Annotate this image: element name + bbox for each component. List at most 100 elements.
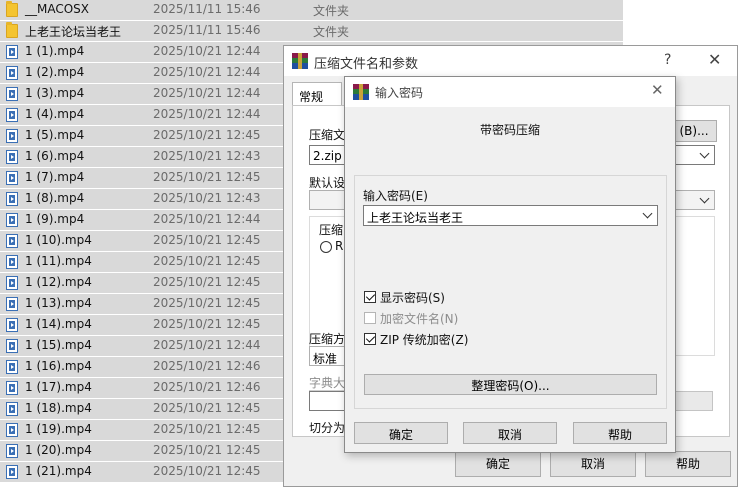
- folder-icon: [6, 1, 18, 17]
- archive-dialog-title: 压缩文件名和参数: [314, 57, 419, 72]
- video-file-icon: [6, 465, 18, 479]
- file-date: 2025/10/21 12:45: [153, 128, 261, 142]
- file-name: 1 (5).mp4: [25, 128, 85, 142]
- file-name: 1 (17).mp4: [25, 380, 92, 394]
- organize-passwords-button[interactable]: 整理密码(O)...: [364, 374, 657, 395]
- file-date: 2025/10/21 12:43: [153, 191, 261, 205]
- file-name: 1 (18).mp4: [25, 401, 92, 415]
- winrar-icon: [353, 84, 369, 100]
- file-date: 2025/10/21 12:46: [153, 359, 261, 373]
- split-label: 切分为: [309, 421, 346, 435]
- file-date: 2025/10/21 12:45: [153, 317, 261, 331]
- file-type: 文件夹: [313, 4, 350, 18]
- encrypt-filenames-checkbox[interactable]: [364, 312, 376, 324]
- file-row[interactable]: 上老王论坛当老王 2025/11/11 15:46 文件夹: [0, 21, 623, 42]
- video-file-icon: [6, 87, 18, 101]
- winrar-icon: [292, 53, 308, 69]
- help-icon[interactable]: ?: [664, 52, 671, 68]
- archive-cancel-button[interactable]: 取消: [550, 451, 636, 477]
- file-date: 2025/10/21 12:43: [153, 149, 261, 163]
- video-file-icon: [6, 171, 18, 185]
- file-name: 1 (7).mp4: [25, 170, 85, 184]
- file-name: 1 (2).mp4: [25, 65, 85, 79]
- file-date: 2025/10/21 12:44: [153, 86, 261, 100]
- archive-dialog-titlebar[interactable]: 压缩文件名和参数 ? ✕: [284, 46, 737, 76]
- file-date: 2025/11/11 15:46: [153, 2, 261, 16]
- file-date: 2025/10/21 12:46: [153, 380, 261, 394]
- close-icon[interactable]: ✕: [651, 81, 664, 99]
- password-dialog-titlebar[interactable]: 输入密码 ✕: [345, 77, 675, 107]
- file-date: 2025/10/21 12:44: [153, 107, 261, 121]
- method-label: 压缩方: [309, 332, 346, 346]
- tab-general-label: 常规: [299, 90, 324, 104]
- file-date: 2025/10/21 12:45: [153, 464, 261, 478]
- file-type: 文件夹: [313, 25, 350, 39]
- format-option-label: R: [335, 239, 344, 253]
- video-file-icon: [6, 318, 18, 332]
- file-name: 1 (10).mp4: [25, 233, 92, 247]
- close-icon[interactable]: ✕: [708, 50, 721, 69]
- video-file-icon: [6, 360, 18, 374]
- dictionary-label: 字典大: [309, 376, 346, 390]
- file-name: 1 (6).mp4: [25, 149, 85, 163]
- file-name: 1 (11).mp4: [25, 254, 92, 268]
- video-file-icon: [6, 213, 18, 227]
- format-radio[interactable]: [320, 241, 332, 253]
- file-name: __MACOSX: [25, 2, 90, 16]
- video-file-icon: [6, 444, 18, 458]
- encrypt-filenames-label: 加密文件名(N): [380, 312, 459, 326]
- chevron-down-icon: [699, 193, 710, 204]
- video-file-icon: [6, 150, 18, 164]
- file-date: 2025/10/21 12:45: [153, 422, 261, 436]
- file-name: 1 (15).mp4: [25, 338, 92, 352]
- file-name: 1 (20).mp4: [25, 443, 92, 457]
- video-file-icon: [6, 129, 18, 143]
- password-label: 输入密码(E): [363, 189, 428, 203]
- file-name: 1 (4).mp4: [25, 107, 85, 121]
- file-name: 1 (8).mp4: [25, 191, 85, 205]
- tab-general[interactable]: 常规: [292, 82, 342, 106]
- file-date: 2025/10/21 12:45: [153, 443, 261, 457]
- file-date: 2025/10/21 12:44: [153, 65, 261, 79]
- file-date: 2025/10/21 12:44: [153, 338, 261, 352]
- archive-ok-button[interactable]: 确定: [455, 451, 541, 477]
- chevron-down-icon: [699, 148, 710, 159]
- zip-legacy-encryption-label: ZIP 传统加密(Z): [380, 333, 469, 347]
- video-file-icon: [6, 276, 18, 290]
- video-file-icon: [6, 234, 18, 248]
- file-name: 1 (19).mp4: [25, 422, 92, 436]
- file-date: 2025/10/21 12:45: [153, 296, 261, 310]
- archive-help-button[interactable]: 帮助: [645, 451, 731, 477]
- file-name: 1 (9).mp4: [25, 212, 85, 226]
- set-password-button-partial[interactable]: [675, 391, 713, 411]
- password-cancel-button[interactable]: 取消: [463, 422, 557, 444]
- password-dialog-title: 输入密码: [375, 86, 424, 100]
- video-file-icon: [6, 402, 18, 416]
- video-file-icon: [6, 339, 18, 353]
- file-date: 2025/10/21 12:45: [153, 233, 261, 247]
- show-password-checkbox[interactable]: [364, 291, 376, 303]
- password-input[interactable]: 上老王论坛当老王: [363, 205, 658, 226]
- file-name: 1 (21).mp4: [25, 464, 92, 478]
- video-file-icon: [6, 108, 18, 122]
- browse-button[interactable]: (B)...: [671, 120, 717, 142]
- password-group: 输入密码(E) 上老王论坛当老王 显示密码(S) 加密文件名(N) ZIP 传统…: [354, 175, 667, 409]
- file-date: 2025/10/21 12:45: [153, 275, 261, 289]
- video-file-icon: [6, 297, 18, 311]
- zip-legacy-encryption-checkbox[interactable]: [364, 333, 376, 345]
- format-label: 压缩: [319, 223, 344, 237]
- file-date: 2025/10/21 12:45: [153, 401, 261, 415]
- file-date: 2025/10/21 12:45: [153, 170, 261, 184]
- video-file-icon: [6, 192, 18, 206]
- file-name: 1 (13).mp4: [25, 296, 92, 310]
- show-password-label: 显示密码(S): [380, 291, 445, 305]
- video-file-icon: [6, 66, 18, 80]
- password-help-button[interactable]: 帮助: [573, 422, 667, 444]
- password-ok-button[interactable]: 确定: [354, 422, 448, 444]
- file-name: 1 (16).mp4: [25, 359, 92, 373]
- default-profile-label: 默认设: [309, 176, 346, 190]
- password-dialog: 输入密码 ✕ 带密码压缩 输入密码(E) 上老王论坛当老王 显示密码(S) 加密…: [344, 76, 676, 453]
- video-file-icon: [6, 381, 18, 395]
- file-date: 2025/10/21 12:45: [153, 254, 261, 268]
- file-row[interactable]: __MACOSX 2025/11/11 15:46 文件夹: [0, 0, 623, 21]
